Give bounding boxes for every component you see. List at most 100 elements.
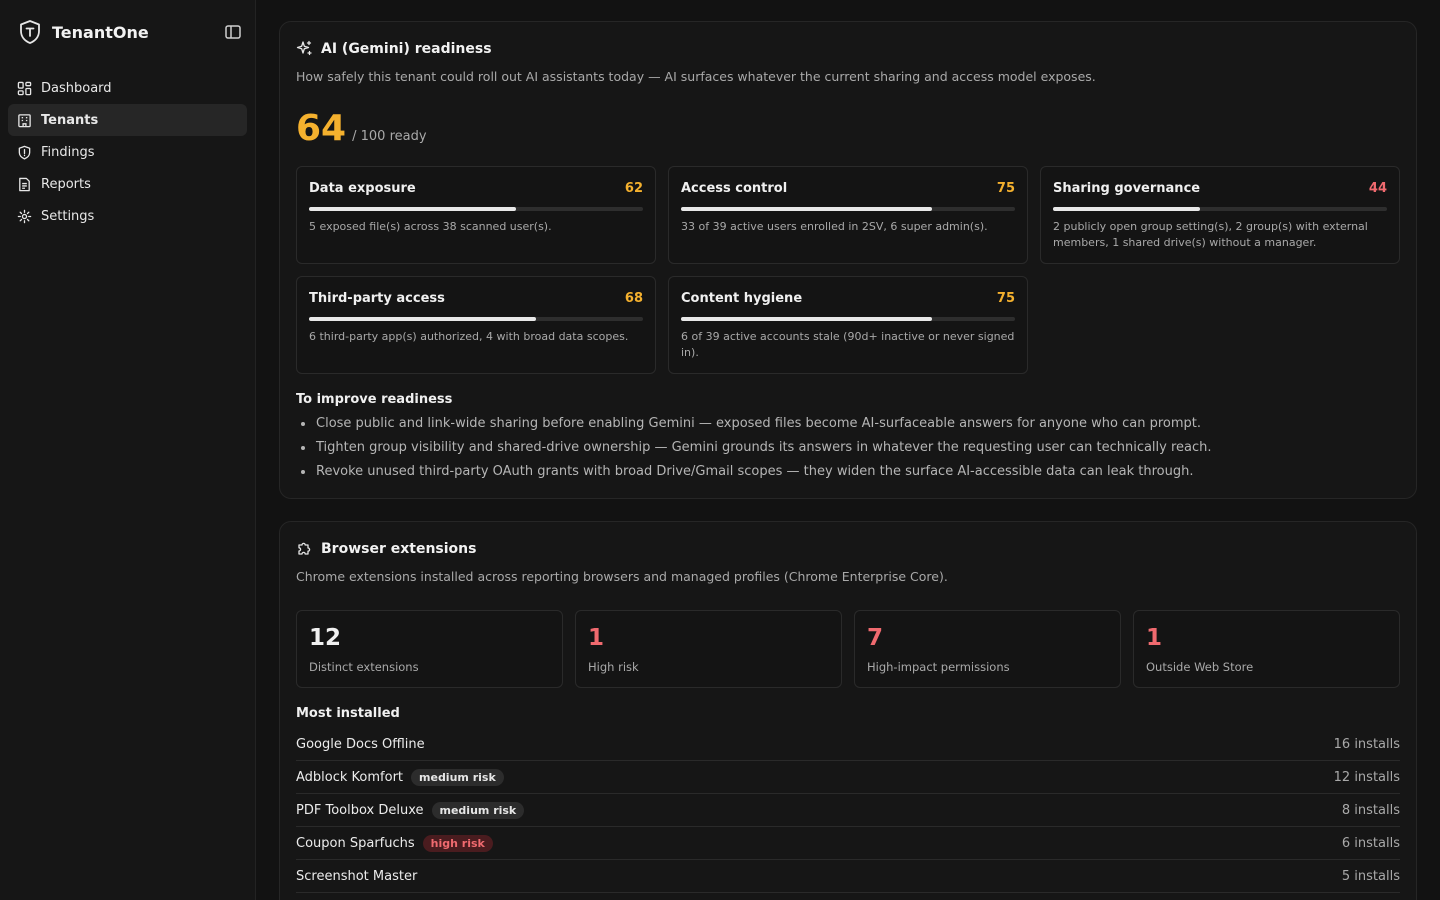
extension-row[interactable]: Coupon Sparfuchs high risk 6 installs [296,827,1400,860]
readiness-score: 64 / 100 ready [296,108,427,149]
stat-high-risk: 1 High risk [575,610,842,688]
metric-score: 75 [996,181,1015,196]
metric-bar [309,317,643,321]
metric-name: Third-party access [309,291,445,306]
metric-score: 68 [624,291,643,306]
card-title: AI (Gemini) readiness [321,40,492,57]
metric-bar-fill [1053,207,1200,211]
extension-name: PDF Toolbox Deluxe [296,802,424,818]
sidebar-nav: Dashboard Tenants Findings Reports Setti… [8,72,247,232]
dashboard-icon [17,81,32,95]
metric-name: Content hygiene [681,291,803,306]
sidebar-item-label: Findings [41,144,95,160]
extension-info: Coupon Sparfuchs high risk [296,834,493,852]
stat-value: 1 [588,625,605,651]
file-icon [19,177,30,191]
metric-score: 44 [1368,181,1387,196]
sidebar-item-label: Reports [41,176,91,192]
most-installed-title: Most installed [296,706,400,721]
shield-icon [18,145,31,160]
extension-info: Adblock Komfort medium risk [296,768,504,786]
shield-logo-icon [20,20,40,44]
sidebar: TenantOne Dashboard Tenants Findings Rep… [0,0,256,900]
improve-item: Close public and link-wide sharing befor… [296,412,1396,436]
extension-info: Google Docs Offline [296,737,425,752]
extension-info: Screenshot Master [296,869,417,884]
readiness-score-suffix: / 100 ready [352,129,427,144]
metric-bar [309,207,643,211]
app-name: TenantOne [52,22,149,42]
metric-bar-fill [309,317,537,321]
stat-label: High-impact permissions [867,660,1010,674]
risk-badge: medium risk [411,768,504,786]
improve-item: Tighten group visibility and shared-driv… [296,436,1396,460]
extension-row[interactable]: PDF Toolbox Deluxe medium risk 8 install… [296,794,1400,827]
card-subtitle: Chrome extensions installed across repor… [296,569,948,584]
extension-name: Adblock Komfort [296,769,404,785]
sidebar-item-dashboard[interactable]: Dashboard [8,72,247,104]
metric-description: 2 publicly open group setting(s), 2 grou… [1053,220,1368,249]
metric-description: 5 exposed file(s) across 38 scanned user… [309,220,552,233]
extension-installs: 5 installs [1341,868,1400,884]
browser-extensions-card: Browser extensions Chrome extensions ins… [279,521,1417,900]
extension-name: Screenshot Master [296,868,418,884]
extension-installs: 8 installs [1341,802,1400,818]
risk-badge: medium risk [431,801,525,819]
sidebar-item-tenants[interactable]: Tenants [8,104,247,136]
extension-row[interactable]: Google Docs Offline 16 installs [296,728,1400,761]
metric-score: 75 [996,291,1015,306]
extension-info: PDF Toolbox Deluxe medium risk [296,801,525,819]
extension-name: Google Docs Offline [296,736,425,752]
puzzle-icon [298,542,311,555]
metric-bar [681,207,1015,211]
building-icon [18,113,31,127]
metric-bar [1053,207,1387,211]
ai-readiness-header: AI (Gemini) readiness [296,40,492,57]
brand[interactable]: TenantOne [18,18,149,46]
metric-card-data-exposure: Data exposure 62 5 exposed file(s) acros… [296,166,656,264]
extension-row[interactable]: Adblock Komfort medium risk 12 installs [296,761,1400,794]
metric-description: 33 of 39 active users enrolled in 2SV, 6… [681,220,988,233]
metric-description: 6 of 39 active accounts stale (90d+ inac… [681,330,1015,359]
extension-installs: 16 installs [1333,736,1400,752]
stat-label: High risk [588,660,639,674]
improve-item: Revoke unused third-party OAuth grants w… [296,460,1396,484]
sidebar-item-settings[interactable]: Settings [8,200,247,232]
extension-name: Coupon Sparfuchs [296,835,415,851]
stat-high-impact-permissions: 7 High-impact permissions [854,610,1121,688]
stat-outside-web-store: 1 Outside Web Store [1133,610,1400,688]
readiness-score-value: 64 [296,108,347,149]
ai-readiness-card: AI (Gemini) readiness How safely this te… [279,21,1417,499]
metric-card-sharing-governance: Sharing governance 44 2 publicly open gr… [1040,166,1400,264]
metric-name: Access control [681,181,788,196]
metric-bar-fill [681,207,932,211]
metric-bar-fill [309,207,517,211]
improve-list: Close public and link-wide sharing befor… [296,412,1396,484]
metric-score: 62 [624,181,643,196]
card-subtitle: How safely this tenant could roll out AI… [296,69,1096,84]
stat-label: Distinct extensions [309,660,419,674]
sidebar-item-reports[interactable]: Reports [8,168,247,200]
gear-icon [17,209,32,223]
card-title: Browser extensions [321,540,477,557]
sidebar-item-label: Tenants [41,112,99,128]
sparkles-icon [296,40,312,56]
metric-name: Data exposure [309,181,416,196]
risk-badge: high risk [422,834,493,852]
stat-distinct-extensions: 12 Distinct extensions [296,610,563,688]
metric-name: Sharing governance [1053,181,1201,196]
extension-installs: 12 installs [1333,769,1400,785]
sidebar-item-findings[interactable]: Findings [8,136,247,168]
sidebar-toggle-icon[interactable] [224,23,242,41]
extension-installs: 6 installs [1341,835,1400,851]
stat-label: Outside Web Store [1146,660,1254,674]
metric-bar [681,317,1015,321]
stat-value: 7 [867,625,884,651]
extensions-header: Browser extensions [296,540,476,557]
sidebar-item-label: Dashboard [41,80,112,96]
metric-description: 6 third-party app(s) authorized, 4 with … [309,330,629,343]
sidebar-item-label: Settings [41,208,95,224]
metric-card-third-party-access: Third-party access 68 6 third-party app(… [296,276,656,374]
extension-row[interactable]: Screenshot Master 5 installs [296,860,1400,893]
metric-card-access-control: Access control 75 33 of 39 active users … [668,166,1028,264]
